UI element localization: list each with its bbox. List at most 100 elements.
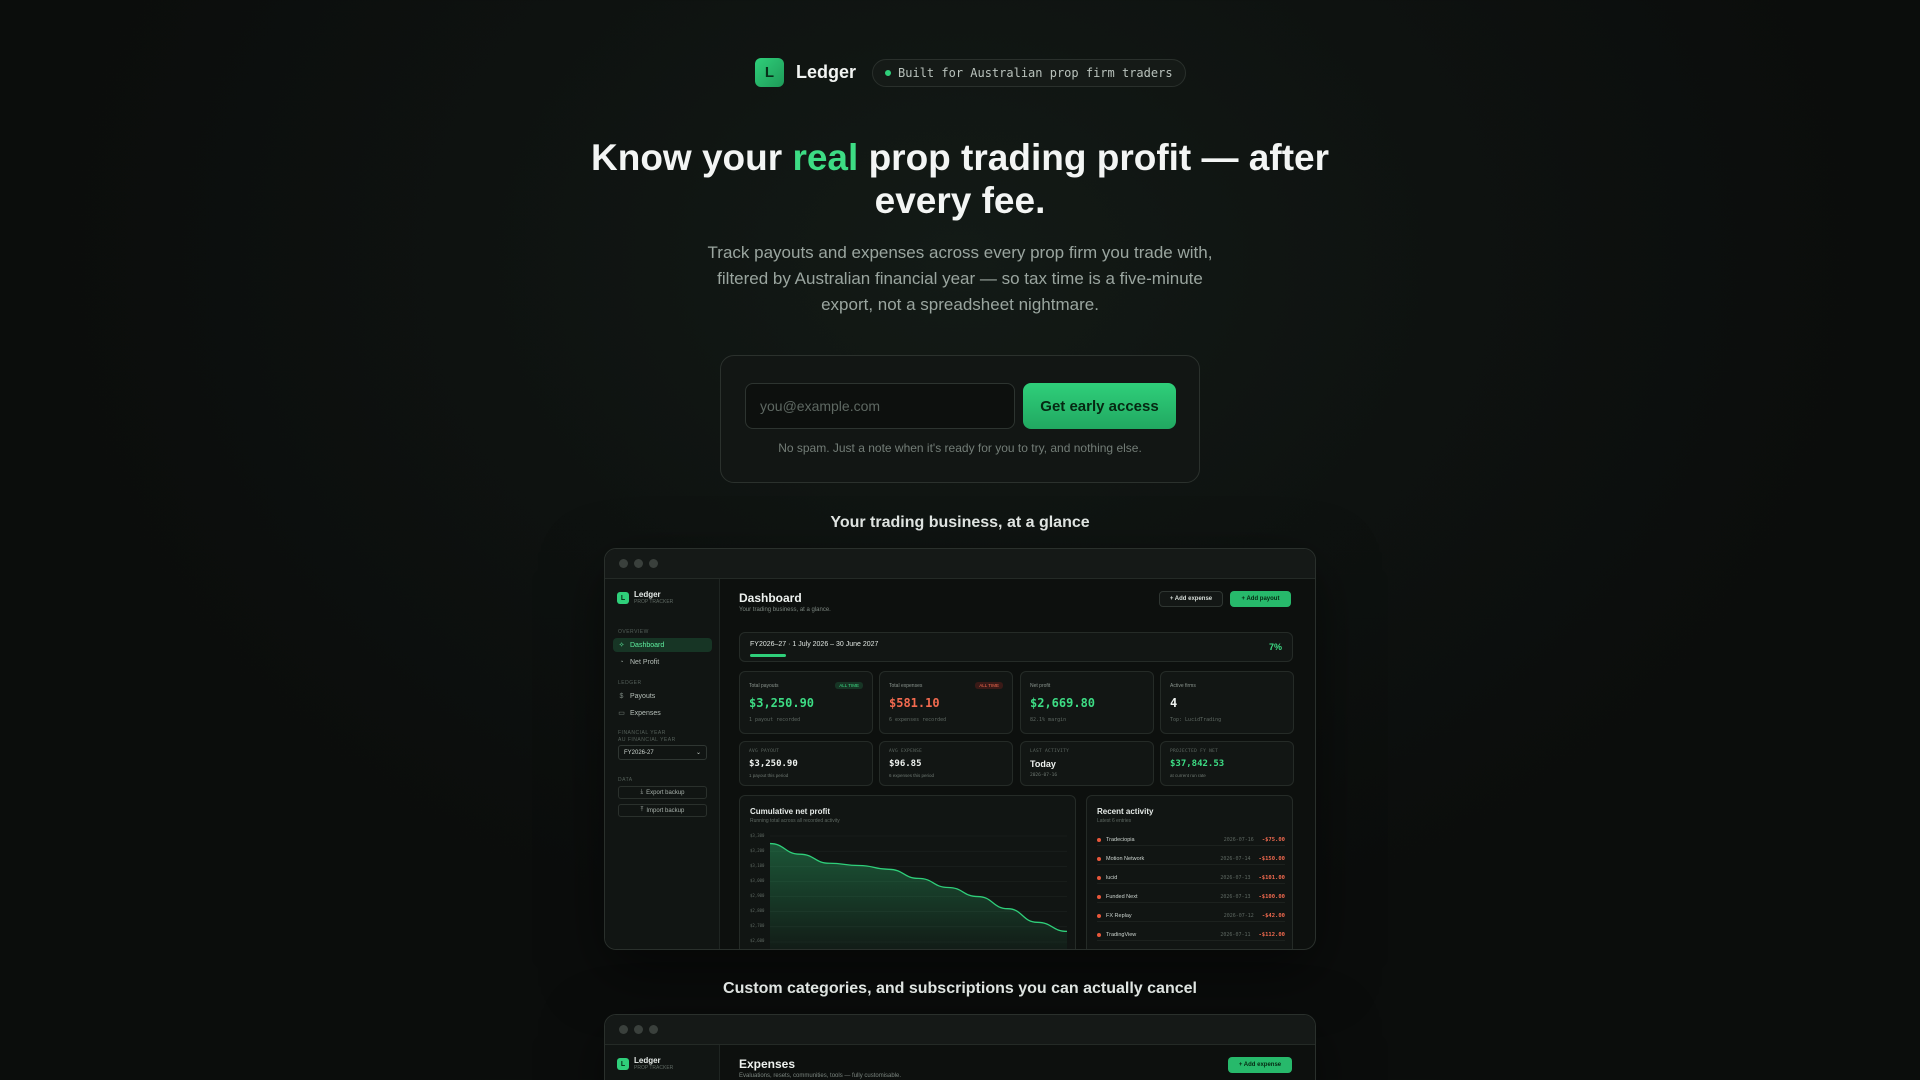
activity-name: Motion Network [1106,855,1145,862]
window-zoom-dot-icon [649,559,658,568]
window-zoom-dot-icon [649,1025,658,1034]
avg-payout-kpi: AVG PAYOUT $3,250.90 1 payout this perio… [739,741,873,786]
card-note: Top: LucidTrading [1170,717,1222,723]
hero-title-pre: Know your [591,137,793,178]
signup-note: No spam. Just a note when it's ready for… [778,441,1142,455]
card-note: 1 payout recorded [749,717,801,723]
activity-name: TradingView [1106,931,1137,938]
financial-year-select[interactable]: FY2026-27 ⌄ [618,745,707,760]
sidebar-item-label: Payouts [630,692,656,700]
chevron-down-icon: ⌄ [695,750,701,756]
net-profit-card: Net profit $2,669.80 82.1% margin [1020,671,1154,734]
sidebar-brand-name: Ledger [634,590,661,599]
sidebar-section-ledger: LEDGER [618,680,642,686]
sidebar-item-net-profit[interactable]: ◔ Net Profit [613,655,712,669]
kpi-label: LAST ACTIVITY [1030,749,1070,754]
hero-title: Know your real prop trading profit — aft… [560,136,1360,222]
page-title: Dashboard [739,591,802,605]
financial-year-range: FY2026–27 · 1 July 2026 – 30 June 2027 [750,641,879,648]
activity-name: Tradeciopia [1106,836,1135,843]
card-label: Net profit [1030,683,1051,689]
sidebar-item-payouts[interactable]: $ Payouts [613,689,712,703]
activity-title: Recent activity [1097,807,1154,816]
card-badge: ALL TIME [975,682,1003,689]
projected-fy-net-kpi: PROJECTED FY NET $37,842.53 at current r… [1160,741,1294,786]
activity-row[interactable]: Funded Next 2026-07-13 -$100.00 [1097,891,1285,903]
sidebar-logo-icon: L [617,1058,629,1070]
add-payout-button[interactable]: + Add payout [1230,591,1291,607]
activity-date: 2026-07-12 [1223,912,1254,919]
card-value: 4 [1170,696,1178,710]
activity-row[interactable]: Motion Network 2026-07-14 -$150.00 [1097,853,1285,865]
kpi-note: at current run rate [1170,773,1206,778]
kpi-value: $96.85 [889,759,922,769]
activity-amount: -$75.00 [1261,836,1285,843]
sidebar-item-expenses[interactable]: ▭ Expenses [613,706,712,720]
cumulative-net-profit-chart: Cumulative net profit Running total acro… [739,795,1076,949]
sidebar-section-overview: OVERVIEW [618,629,649,635]
expense-dot-icon [1097,837,1101,842]
expense-dot-icon [1097,913,1101,918]
import-backup-button[interactable]: ⤒ Import backup [618,804,707,817]
email-field[interactable] [745,383,1015,429]
active-firms-card: Active firms 4 Top: LucidTrading [1160,671,1294,734]
window-close-dot-icon [619,559,628,568]
add-expense-button[interactable]: + Add expense [1159,591,1223,607]
window-titlebar [605,549,1315,579]
dashboard-icon: ✧ [618,642,625,649]
kpi-note: 1 payout this period [749,773,789,778]
sidebar-item-label: Net Profit [630,658,660,666]
sidebar-item-dashboard[interactable]: ✧ Dashboard [613,638,712,652]
total-expenses-card: Total expenses ALL TIME $581.10 6 expens… [879,671,1013,734]
activity-row[interactable]: Tradeciopia 2026-07-16 -$75.00 [1097,834,1285,846]
brand-name: Ledger [796,62,857,82]
activity-name: FX Replay [1106,912,1132,919]
export-backup-button[interactable]: ⤓ Export backup [618,786,707,799]
kpi-label: AVG PAYOUT [749,749,780,754]
hero-title-post: prop trading profit — after every fee. [858,137,1329,221]
activity-amount: -$150.00 [1258,855,1286,862]
kpi-value: $37,842.53 [1170,759,1225,769]
card-note: 82.1% margin [1030,717,1067,723]
dashboard-main: Dashboard Your trading business, at a gl… [720,579,1315,949]
card-value: $3,250.90 [749,696,815,710]
categories-section-title: Custom categories, and subscriptions you… [723,980,1197,997]
card-note: 6 expenses recorded [889,717,947,723]
activity-amount: -$101.00 [1258,874,1286,881]
add-expense-button[interactable]: + Add expense [1228,1057,1292,1073]
financial-year-progress: FY2026–27 · 1 July 2026 – 30 June 2027 7… [739,632,1293,662]
glance-section-title: Your trading business, at a glance [830,514,1090,531]
card-label: Active firms [1170,683,1196,689]
net-profit-icon: ◔ [619,658,624,666]
activity-date: 2026-07-13 [1220,874,1251,881]
financial-year-progress-bar [750,654,787,657]
sidebar-logo-icon: L [617,592,629,604]
signup-form: Get early access No spam. Just a note wh… [720,355,1200,483]
activity-row[interactable]: TradingView 2026-07-11 -$112.00 [1097,929,1285,941]
activity-row[interactable]: lucid 2026-07-13 -$101.00 [1097,872,1285,884]
activity-name: Funded Next [1106,893,1138,900]
page-title: Expenses [739,1057,796,1071]
sidebar-brand-tagline: PROP TRACKER [634,1065,674,1071]
activity-row[interactable]: FX Replay 2026-07-12 -$42.00 [1097,910,1285,922]
kpi-value: Today [1030,759,1056,769]
window-minimize-dot-icon [634,1025,643,1034]
activity-name: lucid [1106,874,1118,881]
kpi-label: PROJECTED FY NET [1170,749,1219,754]
activity-date: 2026-07-11 [1220,931,1251,938]
activity-subtitle: Latest 6 entries [1097,818,1132,824]
dashboard-preview-window: L Ledger PROP TRACKER OVERVIEW ✧ Dashboa… [604,548,1316,950]
card-value: $581.10 [889,696,940,710]
status-dot-icon [885,69,892,76]
get-early-access-button[interactable]: Get early access [1023,383,1176,429]
sidebar-brand: L Ledger PROP TRACKER [617,1057,673,1071]
brand-header: L Ledger Built for Australian prop firm … [755,58,1186,87]
total-payouts-card: Total payouts ALL TIME $3,250.90 1 payou… [739,671,873,734]
financial-year-progress-percent: 7% [1268,642,1282,652]
export-backup-label: Export backup [646,789,685,796]
sidebar-item-label: Dashboard [630,641,665,649]
sidebar-brand-name: Ledger [634,1056,661,1065]
page-subtitle: Your trading business, at a glance. [739,607,831,613]
card-badge: ALL TIME [835,682,863,689]
sidebar-fy-sublabel: AU FINANCIAL YEAR [618,737,676,743]
